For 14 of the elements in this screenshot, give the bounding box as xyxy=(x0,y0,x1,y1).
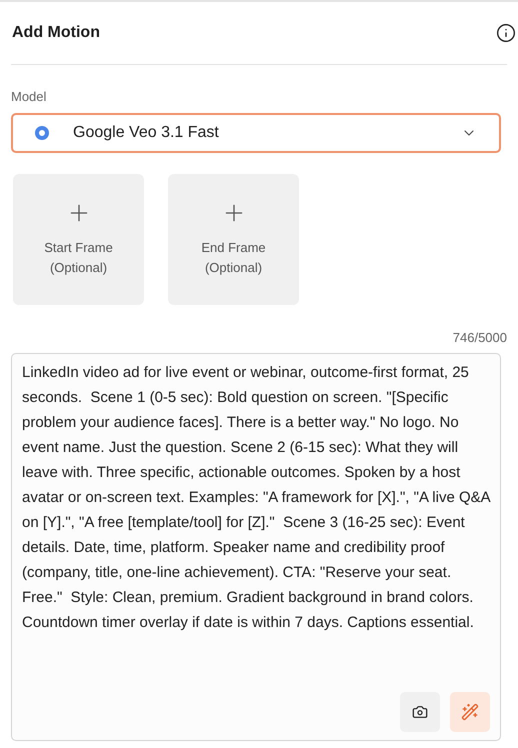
camera-icon xyxy=(412,704,428,720)
frame-upload-tile[interactable]: Start Frame (Optional) xyxy=(13,174,144,304)
magic-wand-icon xyxy=(461,703,479,721)
info-icon[interactable] xyxy=(496,23,516,43)
panel-title: Add Motion xyxy=(12,23,100,43)
camera-button[interactable] xyxy=(400,692,440,732)
frame-upload-tile[interactable]: End Frame (Optional) xyxy=(168,174,299,304)
model-label: Model xyxy=(11,88,48,106)
character-counter: 746/5000 xyxy=(452,328,507,346)
model-select[interactable]: Google Veo 3.1 Fast xyxy=(11,112,501,152)
prompt-field[interactable] xyxy=(11,353,501,741)
magic-wand-button[interactable] xyxy=(450,692,490,732)
prompt-text: LinkedIn video ad for live event or webinar, outcome-first format, 25 seconds. Scene 1 (0-5 sec): Bold question on screen. "[Specific problem your audience faces]. There is a better way." No logo. No event name. Just the question. Scene 2 (6-15 sec): What they will leave with. Three specific, actionable outcomes. Spoken by a host avatar or on-screen text. Examples: "A framework for [X].", "A live Q&A on [Y].", "A free [template/tool] for [Z]." Scene 3 (16-25 sec): Event details. Date, time, platform. Speaker name and credibility proof (company, title, one-line achievement). CTA: "Reserve your seat. Free." Style: Clean, premium. Gradient background in brand colors. Countdown timer overlay if date is within 7 days. Captions essential. xyxy=(22,363,490,633)
model-logo-icon xyxy=(35,126,49,140)
